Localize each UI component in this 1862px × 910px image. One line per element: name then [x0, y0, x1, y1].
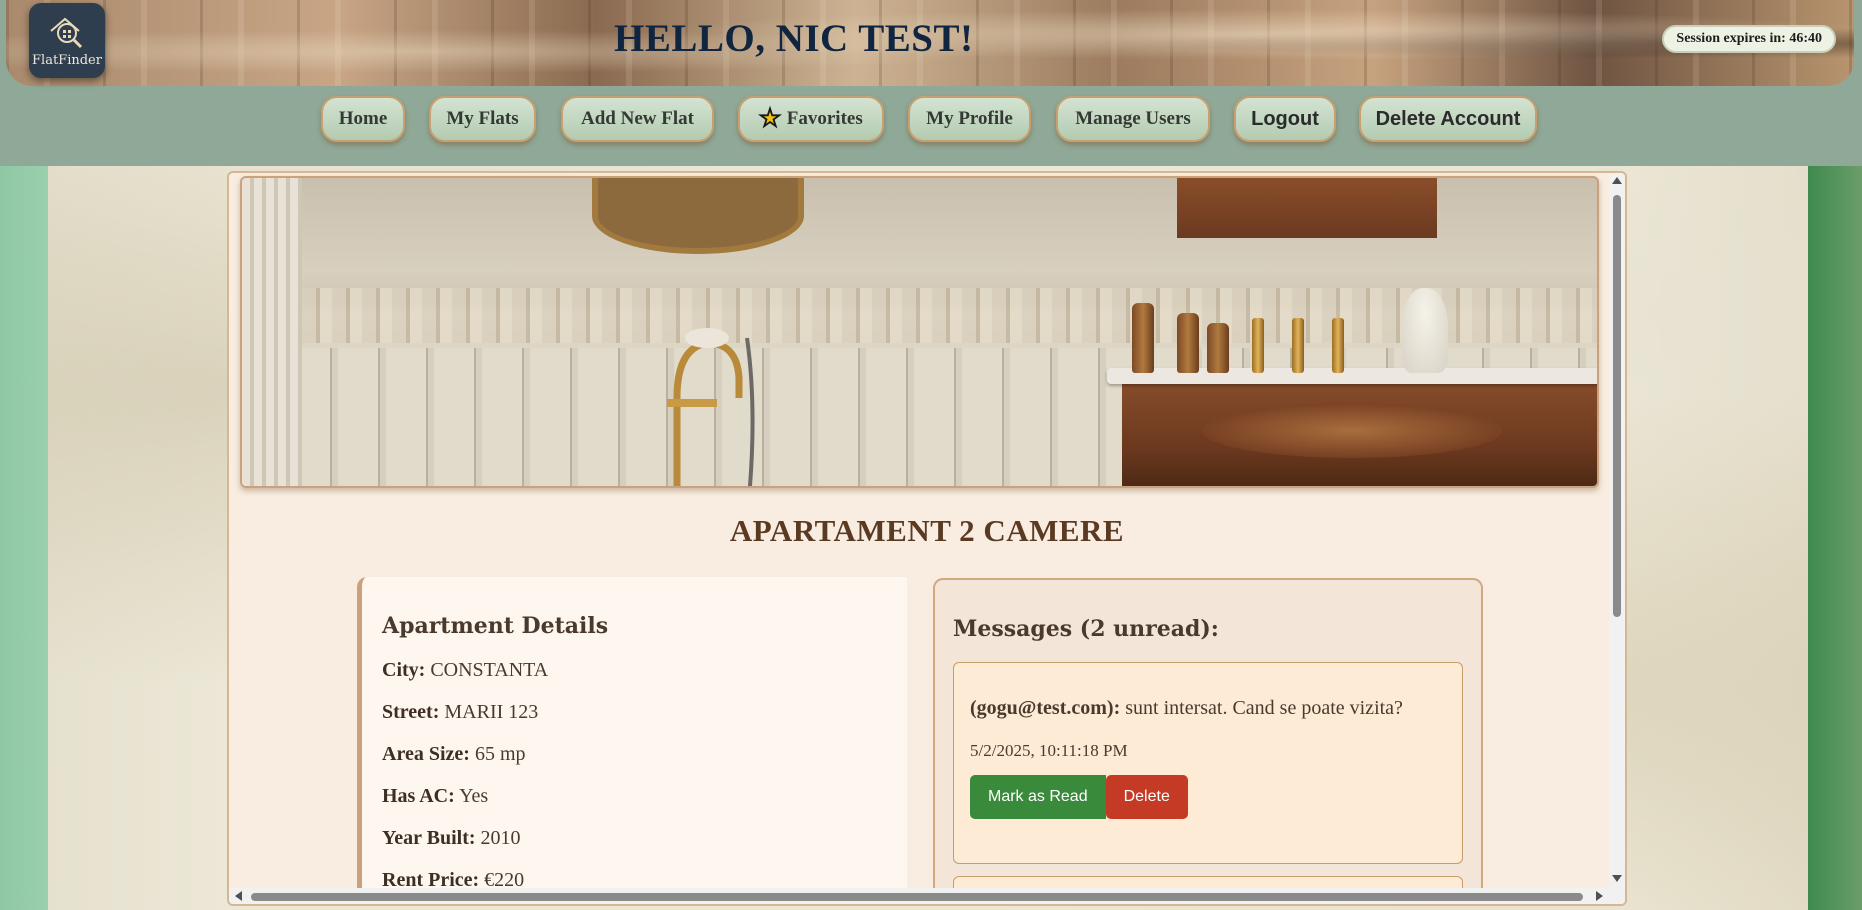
flatfinder-logo[interactable]: FlatFinder	[29, 3, 105, 78]
scroll-left-arrow-icon[interactable]	[235, 891, 242, 901]
nav-manage-users-button[interactable]: Manage Users	[1056, 96, 1210, 142]
nav-home-button[interactable]: Home	[321, 96, 405, 142]
main-nav: Home My Flats Add New Flat ★ Favorites My…	[0, 86, 1862, 166]
message-body: sunt intersat. Cand se poate vizita?	[1125, 697, 1403, 719]
logo-text: FlatFinder	[32, 53, 102, 68]
image-curtain	[242, 178, 302, 486]
nav-home-label: Home	[338, 108, 388, 129]
star-icon: ★	[759, 106, 781, 132]
nav-logout-label: Logout	[1251, 107, 1319, 130]
message-text: (gogu@test.com): sunt intersat. Cand se …	[970, 697, 1446, 719]
nav-favorites-button[interactable]: ★ Favorites	[738, 96, 884, 142]
mark-as-read-button[interactable]: Mark as Read	[970, 775, 1106, 819]
detail-year-built: Year Built: 2010	[382, 827, 907, 851]
flat-image	[240, 176, 1599, 488]
image-frieze	[242, 288, 1597, 343]
nav-add-flat-button[interactable]: Add New Flat	[561, 96, 714, 142]
image-bust	[1402, 288, 1448, 373]
nav-my-flats-label: My Flats	[446, 108, 519, 129]
message-date: 5/2/2025, 10:11:18 PM	[970, 741, 1128, 760]
image-shelf	[1177, 178, 1437, 238]
nav-delete-account-label: Delete Account	[1375, 107, 1521, 130]
nav-manage-users-label: Manage Users	[1075, 108, 1191, 129]
detail-value: 2010	[480, 827, 521, 849]
delete-message-button[interactable]: Delete	[1105, 775, 1188, 819]
image-faucet	[667, 328, 755, 486]
nav-logout-button[interactable]: Logout	[1234, 96, 1336, 142]
scroll-down-arrow-icon[interactable]	[1612, 875, 1622, 882]
apartment-details-card: Apartment Details City: CONSTANTA Street…	[357, 577, 907, 904]
nav-my-profile-button[interactable]: My Profile	[908, 96, 1031, 142]
detail-value: MARII 123	[444, 701, 539, 723]
detail-street: Street: MARII 123	[382, 701, 907, 725]
detail-area-size: Area Size: 65 mp	[382, 743, 907, 767]
details-heading: Apartment Details	[382, 613, 609, 639]
image-carving	[1202, 403, 1502, 458]
scrollbar-thumb[interactable]	[1613, 195, 1621, 617]
nav-my-flats-button[interactable]: My Flats	[429, 96, 536, 142]
flat-detail-panel: APARTAMENT 2 CAMERE Apartment Details Ci…	[227, 171, 1627, 906]
detail-city: City: CONSTANTA	[382, 659, 907, 683]
horizontal-scrollbar[interactable]	[229, 888, 1625, 904]
nav-favorites-label: Favorites	[786, 108, 863, 129]
house-search-icon	[50, 17, 83, 49]
image-bottle	[1177, 313, 1199, 373]
detail-label: Area Size:	[382, 743, 470, 765]
scroll-right-arrow-icon[interactable]	[1596, 891, 1603, 901]
session-timer: Session expires in: 46:40	[1662, 25, 1836, 53]
detail-value: 65 mp	[474, 743, 526, 765]
image-tap	[1332, 318, 1344, 373]
detail-label: Street:	[382, 701, 440, 723]
scrollbar-thumb[interactable]	[251, 893, 1583, 901]
message-item: (gogu@test.com): sunt intersat. Cand se …	[953, 662, 1463, 864]
nav-add-flat-label: Add New Flat	[581, 108, 694, 129]
detail-label: City:	[382, 659, 426, 681]
message-sender: (gogu@test.com):	[970, 697, 1121, 719]
image-bottle	[1132, 303, 1154, 373]
messages-heading: Messages (2 unread):	[953, 616, 1219, 642]
detail-has-ac: Has AC: Yes	[382, 785, 907, 809]
messages-card: Messages (2 unread): (gogu@test.com): su…	[933, 578, 1483, 904]
detail-value: Yes	[459, 785, 489, 807]
scroll-up-arrow-icon[interactable]	[1612, 177, 1622, 184]
image-bottle	[1207, 323, 1229, 373]
detail-label: Year Built:	[382, 827, 476, 849]
message-actions: Mark as Read Delete	[970, 775, 1446, 819]
image-tap	[1252, 318, 1264, 373]
nav-delete-account-button[interactable]: Delete Account	[1359, 96, 1537, 142]
detail-value: CONSTANTA	[430, 659, 549, 681]
nav-my-profile-label: My Profile	[926, 108, 1013, 129]
flat-title: APARTAMENT 2 CAMERE	[729, 513, 1125, 548]
detail-label: Has AC:	[382, 785, 455, 807]
image-mirror	[592, 178, 804, 254]
vertical-scrollbar[interactable]	[1609, 173, 1625, 904]
greeting-title: HELLO, NIC TEST!	[614, 17, 974, 60]
image-tap	[1292, 318, 1304, 373]
